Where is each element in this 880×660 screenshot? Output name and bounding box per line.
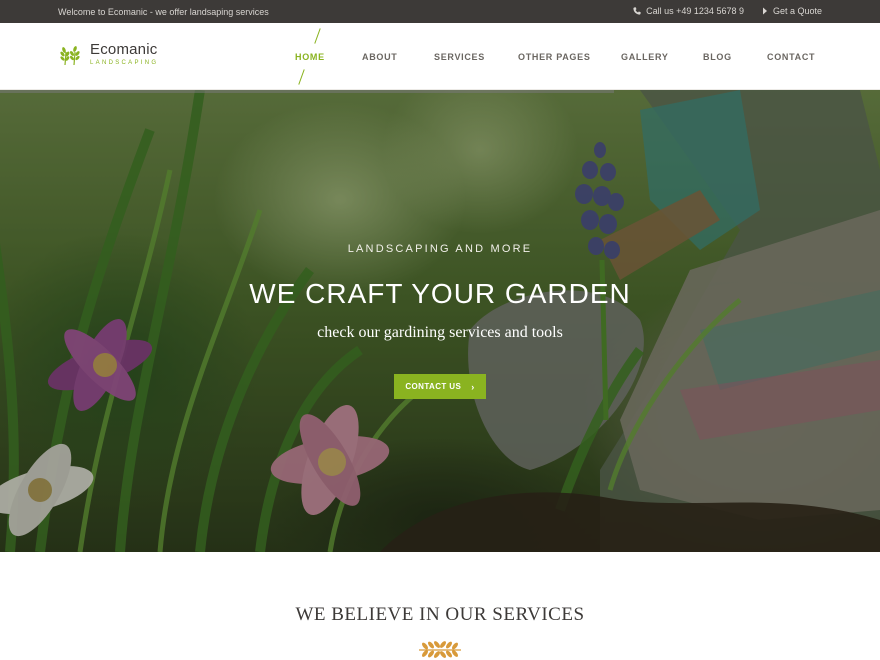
section-title: WE BELIEVE IN OUR SERVICES	[295, 604, 585, 625]
nav-services[interactable]: SERVICES	[434, 52, 485, 62]
nav-other-pages[interactable]: OTHER PAGES	[518, 52, 591, 62]
nav-gallery[interactable]: GALLERY	[621, 52, 669, 62]
phone-text: Call us +49 1234 5678 9	[646, 6, 744, 16]
phone-link[interactable]: Call us +49 1234 5678 9	[633, 6, 744, 16]
hero-progress-strip	[0, 90, 614, 93]
contact-us-button[interactable]: CONTACT US ›	[394, 374, 486, 399]
get-quote-link[interactable]: Get a Quote	[762, 6, 822, 16]
contact-us-label: CONTACT US	[405, 382, 462, 391]
caret-right-icon	[762, 7, 767, 15]
top-bar: Welcome to Ecomanic - we offer landsapin…	[0, 0, 880, 23]
welcome-text: Welcome to Ecomanic - we offer landsapin…	[58, 7, 269, 17]
phone-icon	[633, 7, 641, 15]
main-nav: HOME ABOUT SERVICES OTHER PAGES GALLERY …	[0, 23, 880, 90]
hero-kicker: LANDSCAPING AND MORE	[347, 243, 533, 255]
hero-title: WE CRAFT YOUR GARDEN	[249, 278, 631, 309]
get-quote-text: Get a Quote	[772, 6, 822, 16]
active-slash-bottom	[298, 69, 305, 85]
nav-home[interactable]: HOME	[295, 52, 325, 62]
hero-slider: LANDSCAPING AND MORE WE CRAFT YOUR GARDE…	[0, 90, 880, 552]
top-bar-contacts: Call us +49 1234 5678 9 Get a Quote	[615, 6, 822, 16]
nav-contact[interactable]: CONTACT	[767, 52, 815, 62]
nav-blog[interactable]: BLOG	[703, 52, 732, 62]
hero-overlay	[0, 90, 880, 552]
chevron-right-icon: ›	[471, 381, 475, 392]
hero-subtitle: check our gardining services and tools	[317, 324, 563, 341]
wheat-divider-icon	[419, 641, 461, 658]
site-header: Ecomanic LANDSCAPING HOME ABOUT SERVICES…	[0, 23, 880, 90]
nav-about[interactable]: ABOUT	[362, 52, 398, 62]
active-slash-top	[314, 28, 321, 44]
